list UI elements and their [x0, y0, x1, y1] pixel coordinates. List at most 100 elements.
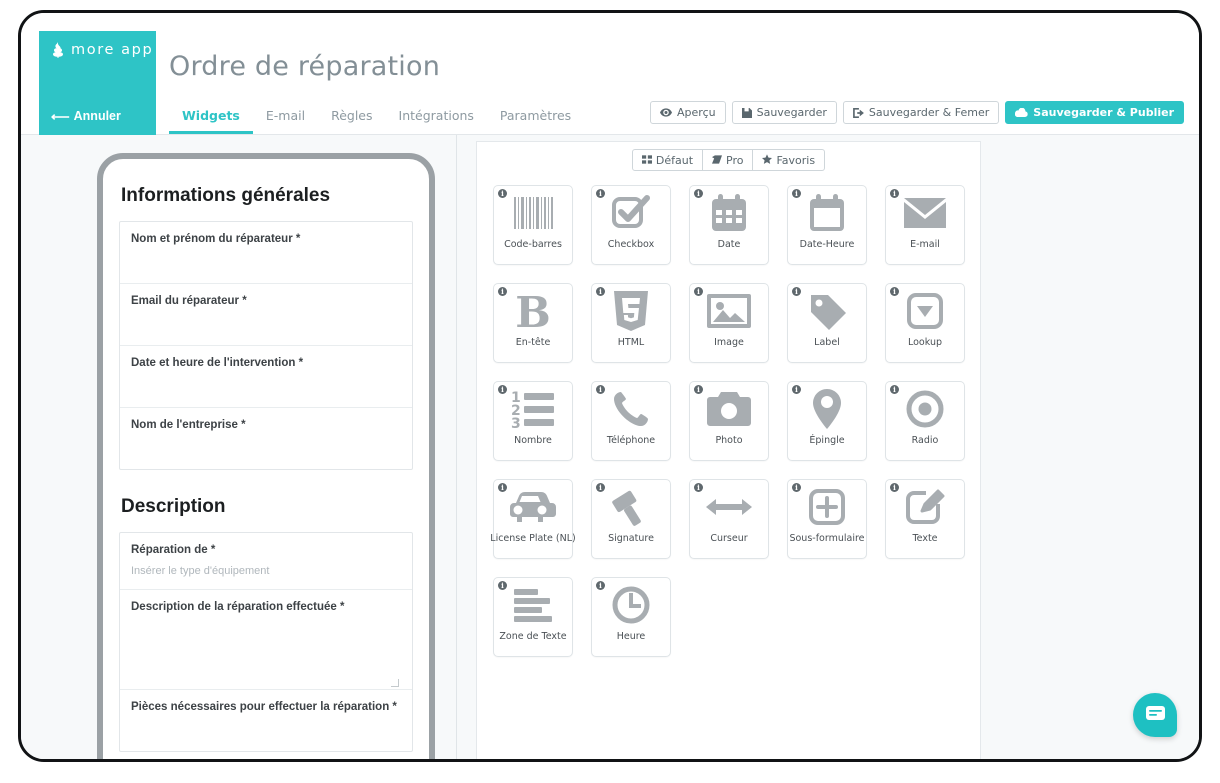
field-textarea-area[interactable]: [131, 613, 401, 689]
envelope-icon: [904, 186, 946, 240]
info-icon[interactable]: i: [596, 189, 605, 198]
info-icon[interactable]: i: [596, 483, 605, 492]
widget-card-datetime[interactable]: i Date-Heure: [787, 185, 867, 265]
field-input-area[interactable]: [131, 369, 401, 407]
radio-button-icon: [906, 382, 944, 436]
form-field-repair-description[interactable]: Description de la réparation effectuée *: [120, 590, 412, 690]
widget-card-header[interactable]: i B En-tête: [493, 283, 573, 363]
widget-column: Défaut Pro Favoris i Code-barres i Check…: [458, 135, 1199, 759]
filter-favorites-button[interactable]: Favoris: [753, 149, 826, 171]
widget-card-phone[interactable]: i Téléphone: [591, 381, 671, 461]
save-and-close-button[interactable]: Sauvegarder & Femer: [842, 101, 1000, 124]
widget-card-pin[interactable]: i Épingle: [787, 381, 867, 461]
info-icon[interactable]: i: [792, 483, 801, 492]
tab-settings[interactable]: Paramètres: [487, 108, 584, 134]
widget-label: Curseur: [710, 533, 748, 544]
info-icon[interactable]: i: [596, 385, 605, 394]
widget-card-slider[interactable]: i Curseur: [689, 479, 769, 559]
info-icon[interactable]: i: [498, 483, 507, 492]
form-field-repairer-email[interactable]: Email du réparateur *: [120, 284, 412, 346]
widget-card-signature[interactable]: i Signature: [591, 479, 671, 559]
filter-pro-button[interactable]: Pro: [703, 149, 754, 171]
form-field-required-parts[interactable]: Pièces nécessaires pour effectuer la rép…: [120, 690, 412, 751]
filter-default-button[interactable]: Défaut: [631, 149, 704, 171]
widget-filter-group: Défaut Pro Favoris: [477, 149, 980, 171]
info-icon[interactable]: i: [792, 385, 801, 394]
widget-card-checkbox[interactable]: i Checkbox: [591, 185, 671, 265]
widget-card-barcode[interactable]: i Code-barres: [493, 185, 573, 265]
widget-card-date[interactable]: i Date: [689, 185, 769, 265]
widget-card-photo[interactable]: i Photo: [689, 381, 769, 461]
tab-widgets[interactable]: Widgets: [169, 108, 253, 134]
info-icon[interactable]: i: [890, 189, 899, 198]
info-icon[interactable]: i: [694, 287, 703, 296]
field-input-area[interactable]: [131, 431, 401, 469]
preview-button[interactable]: Aperçu: [650, 101, 726, 124]
field-group: Réparation de * Insérer le type d'équipe…: [119, 532, 413, 752]
info-icon[interactable]: i: [890, 385, 899, 394]
tab-integrations[interactable]: Intégrations: [386, 108, 487, 134]
chat-support-button[interactable]: [1133, 693, 1177, 737]
field-input-area[interactable]: [131, 713, 401, 751]
brand-logo: more app: [51, 42, 156, 58]
info-icon[interactable]: i: [596, 581, 605, 590]
checkbox-icon: [611, 186, 651, 240]
widget-card-radio[interactable]: i Radio: [885, 381, 965, 461]
info-icon[interactable]: i: [596, 287, 605, 296]
info-icon[interactable]: i: [890, 287, 899, 296]
phone-icon: [612, 382, 650, 436]
widget-card-text[interactable]: i Texte: [885, 479, 965, 559]
widget-card-subform[interactable]: i Sous-formulaire: [787, 479, 867, 559]
section-title: Description: [121, 496, 226, 517]
info-icon[interactable]: i: [498, 385, 507, 394]
field-label: Pièces nécessaires pour effectuer la rép…: [131, 701, 397, 713]
widget-card-lookup[interactable]: i Lookup: [885, 283, 965, 363]
header-action-buttons: Aperçu Sauvegarder Sauvegarder & Femer S…: [650, 101, 1184, 124]
widget-card-label[interactable]: i Label: [787, 283, 867, 363]
field-input-area[interactable]: [131, 245, 401, 283]
widget-card-textarea[interactable]: i Zone de Texte: [493, 577, 573, 657]
car-icon: [510, 480, 556, 534]
cancel-button[interactable]: ⟵ Annuler: [51, 109, 156, 123]
form-field-repair-of[interactable]: Réparation de * Insérer le type d'équipe…: [120, 533, 412, 590]
info-icon[interactable]: i: [890, 483, 899, 492]
widget-card-image[interactable]: i Image: [689, 283, 769, 363]
widget-label: Sous-formulaire: [789, 533, 865, 544]
form-field-intervention-datetime[interactable]: Date et heure de l'intervention *: [120, 346, 412, 408]
field-label: Réparation de *: [131, 544, 216, 556]
clock-icon: [612, 578, 650, 632]
image-icon: [707, 284, 751, 338]
tab-rules[interactable]: Règles: [318, 108, 385, 134]
paragraph-lines-icon: [512, 578, 554, 632]
info-icon[interactable]: i: [498, 581, 507, 590]
info-icon[interactable]: i: [694, 483, 703, 492]
info-icon[interactable]: i: [792, 189, 801, 198]
widget-card-email[interactable]: i E-mail: [885, 185, 965, 265]
save-and-publish-label: Sauvegarder & Publier: [1033, 106, 1174, 119]
form-preview-column: Informations générales Nom et prénom du …: [39, 135, 457, 759]
widget-label: Zone de Texte: [499, 631, 567, 642]
tab-email[interactable]: E-mail: [253, 108, 318, 134]
calendar-blank-icon: [808, 186, 846, 240]
info-icon[interactable]: i: [694, 189, 703, 198]
field-input-area[interactable]: [131, 577, 401, 589]
info-icon[interactable]: i: [498, 287, 507, 296]
form-field-company-name[interactable]: Nom de l'entreprise *: [120, 408, 412, 469]
field-input-area[interactable]: [131, 307, 401, 345]
save-and-publish-button[interactable]: Sauvegarder & Publier: [1005, 101, 1184, 124]
star-icon: [762, 153, 773, 167]
widget-label: En-tête: [515, 337, 551, 348]
save-button[interactable]: Sauvegarder: [731, 101, 837, 124]
info-icon[interactable]: i: [792, 287, 801, 296]
info-icon[interactable]: i: [694, 385, 703, 394]
widget-card-time[interactable]: i Heure: [591, 577, 671, 657]
filter-default-label: Défaut: [655, 153, 694, 167]
form-preview: Informations générales Nom et prénom du …: [103, 159, 429, 752]
form-field-repairer-name[interactable]: Nom et prénom du réparateur *: [120, 222, 412, 284]
numbered-list-icon: 1 2 3: [511, 382, 555, 436]
info-icon[interactable]: i: [498, 189, 507, 198]
widget-card-number[interactable]: i 1 2 3 Nombre: [493, 381, 573, 461]
widget-card-license-plate[interactable]: i License Plate (NL): [490, 479, 576, 559]
widget-card-html[interactable]: i HTML: [591, 283, 671, 363]
dropdown-icon: [906, 284, 944, 338]
